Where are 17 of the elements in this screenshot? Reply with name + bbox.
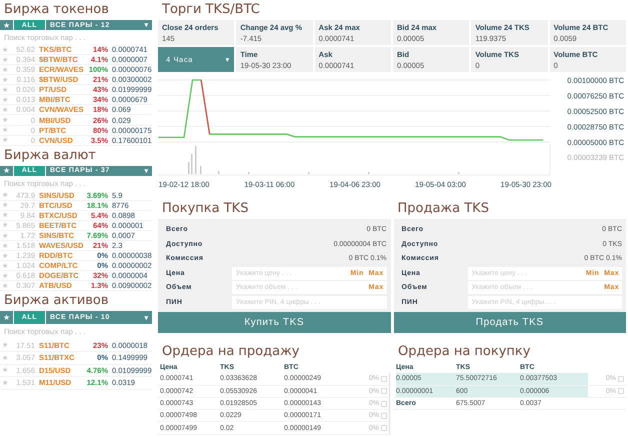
- checkbox[interactable]: [381, 412, 387, 419]
- section-title: Биржа токенов: [3, 1, 110, 19]
- checkbox[interactable]: [381, 376, 387, 382]
- section-title: Продажа TKS: [396, 200, 490, 218]
- section-title: Биржа валют: [3, 146, 97, 165]
- checkbox[interactable]: [618, 388, 624, 394]
- section-title: Биржа активов: [3, 292, 110, 310]
- checkbox[interactable]: [381, 400, 387, 407]
- page-title: Торги TKS/BTC: [161, 1, 261, 19]
- section-title: Покупка TKS: [161, 200, 250, 218]
- checkbox[interactable]: [381, 388, 387, 394]
- submit-button[interactable]: Купить TKS: [158, 312, 390, 333]
- checkbox[interactable]: [618, 376, 624, 382]
- section-title: Ордера на покупку: [397, 343, 532, 361]
- checkbox[interactable]: [381, 425, 387, 432]
- section-title: Ордера на продажу: [161, 343, 300, 361]
- submit-button[interactable]: Продать TKS: [394, 312, 626, 333]
